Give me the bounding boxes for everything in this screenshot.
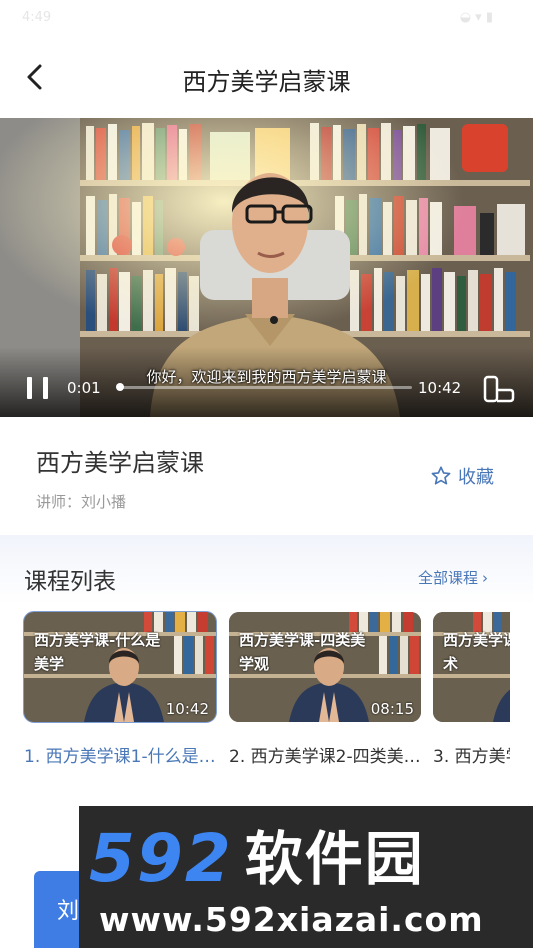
lesson-thumbnail: 西方美学课-什么是美学 10:42: [23, 611, 217, 723]
status-icons: ◒ ▾ ▮: [459, 10, 493, 25]
thumbnail-title: 西方美学课-四类美学观: [239, 631, 366, 673]
lecturer-name: 讲师：刘小播: [36, 493, 127, 511]
course-title: 西方美学启蒙课: [36, 449, 204, 477]
lesson-card[interactable]: 西方美学课-四类美学观 08:15 2. 西方美学课2-四类美学观: [229, 612, 421, 767]
lesson-card[interactable]: 西方美学课-希腊艺术 3. 西方美学课3-希腊艺术: [433, 612, 510, 767]
lesson-title: 2. 西方美学课2-四类美学观: [229, 747, 421, 767]
lesson-thumbnail: 西方美学课-希腊艺术: [433, 612, 510, 722]
favorite-button[interactable]: 收藏: [430, 463, 494, 489]
nav-bar: 西方美学启蒙课: [0, 40, 533, 118]
lesson-title: 1. 西方美学课1-什么是美学: [24, 747, 216, 767]
thumbnail-title: 西方美学课-什么是美学: [34, 631, 161, 673]
thumbnail-title: 西方美学课-希腊艺术: [443, 631, 510, 673]
watermark-number: 592: [89, 820, 233, 897]
lecturer-button-label: 刘: [57, 899, 80, 924]
watermark-brand: 软件园: [244, 825, 425, 893]
lesson-title: 3. 西方美学课3-希腊艺术: [433, 747, 510, 767]
watermark-line1: 592 软件园: [89, 824, 529, 894]
lesson-duration: 10:42: [165, 700, 209, 718]
status-bar: 4:49 ◒ ▾ ▮: [0, 0, 533, 40]
lesson-card[interactable]: 西方美学课-什么是美学 10:42 1. 西方美学课1-什么是美学: [23, 611, 217, 767]
pause-icon-bar: [43, 377, 48, 399]
current-time: 0:01: [67, 379, 101, 397]
video-player[interactable]: 你好，欢迎来到我的西方美学启蒙课 0:01 10:42: [0, 118, 533, 417]
page-title: 西方美学启蒙课: [182, 68, 351, 96]
watermark-url: www.592xiazai.com: [99, 900, 484, 939]
pause-button[interactable]: [24, 374, 54, 402]
favorite-label: 收藏: [458, 467, 494, 488]
status-time: 4:49: [22, 10, 52, 25]
course-info: 西方美学启蒙课 讲师：刘小播 收藏: [0, 417, 533, 535]
fullscreen-button[interactable]: [482, 374, 516, 404]
lesson-duration: 08:15: [370, 700, 414, 718]
lesson-thumbnail: 西方美学课-四类美学观 08:15: [229, 612, 421, 722]
progress-bar[interactable]: [116, 383, 412, 391]
total-time: 10:42: [418, 379, 462, 397]
watermark-logo: 592 软件园 www.592xiazai.com: [79, 806, 533, 948]
pause-icon: [27, 377, 32, 399]
star-icon: [431, 466, 451, 485]
fullscreen-icon: [483, 375, 515, 403]
